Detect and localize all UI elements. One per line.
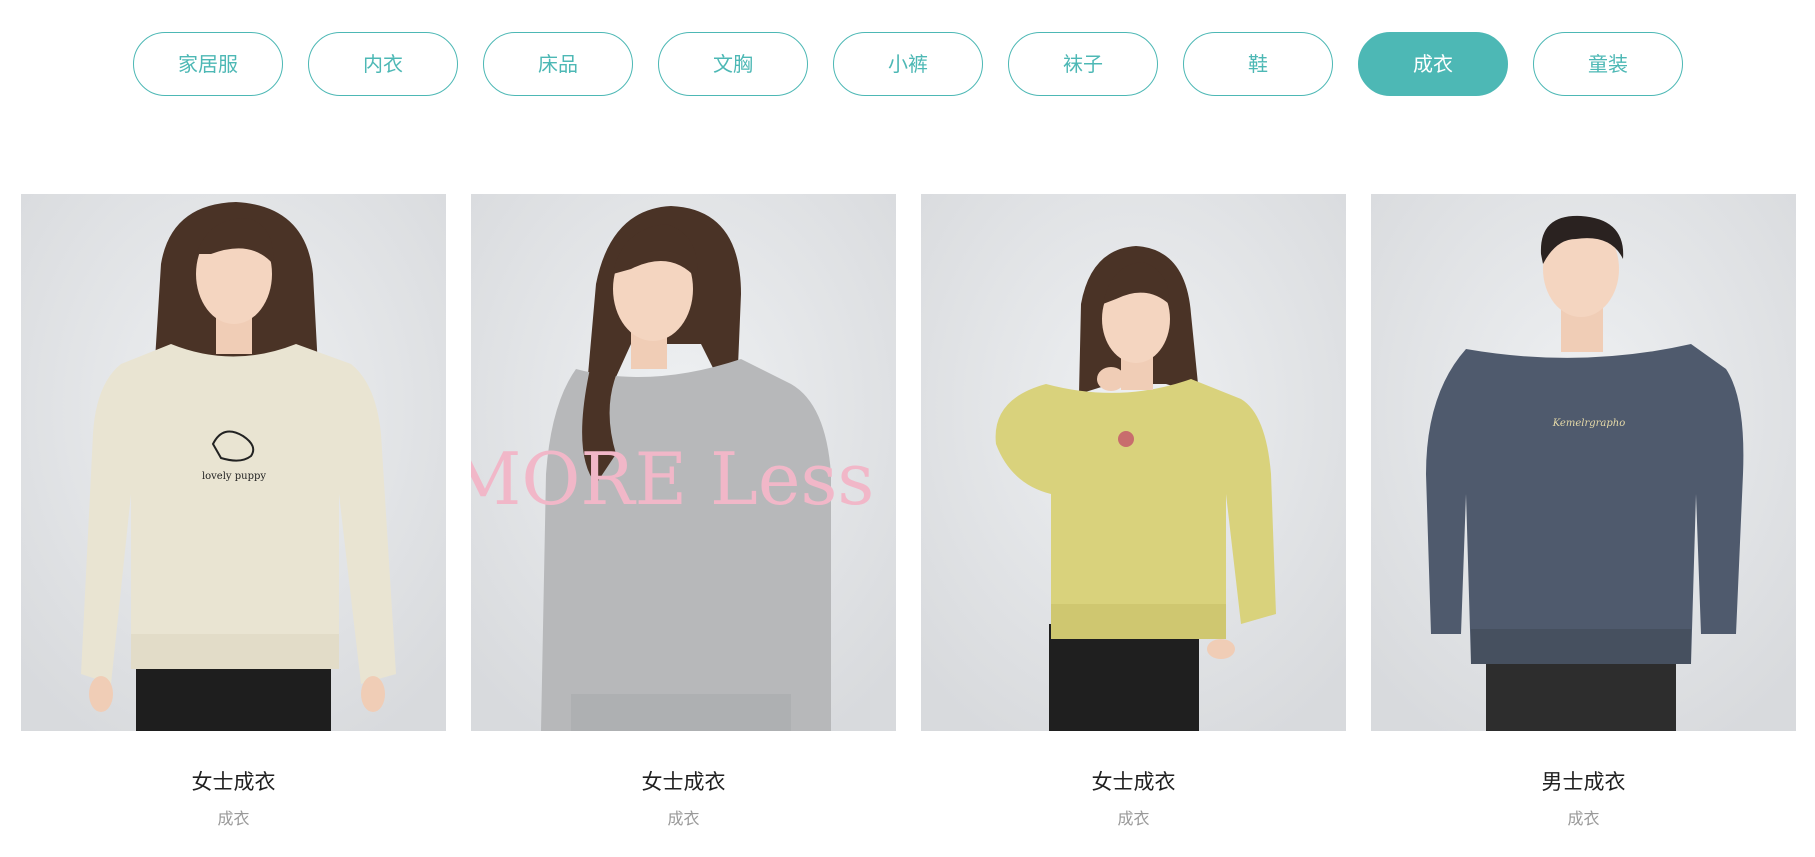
product-category: 成衣	[217, 809, 250, 828]
tab-shoes[interactable]: 鞋	[1183, 32, 1333, 96]
product-title[interactable]: 男士成衣	[1371, 769, 1796, 795]
print-text: lovely puppy	[202, 471, 266, 482]
product-title[interactable]: 女士成衣	[921, 769, 1346, 795]
tab-loungewear[interactable]: 家居服	[133, 32, 283, 96]
product-image[interactable]: Kemelrgrapho	[1371, 194, 1796, 731]
product-category: 成衣	[1567, 809, 1600, 828]
tab-bedding[interactable]: 床品	[483, 32, 633, 96]
print-text: MORE Less	[471, 437, 874, 521]
product-card[interactable]: lovely puppy 女士成衣 成衣	[21, 194, 446, 829]
tab-apparel[interactable]: 成衣	[1358, 32, 1508, 96]
tab-underwear[interactable]: 内衣	[308, 32, 458, 96]
product-title[interactable]: 女士成衣	[471, 769, 896, 795]
product-image[interactable]: MORE Less	[471, 194, 896, 731]
product-title[interactable]: 女士成衣	[21, 769, 446, 795]
product-card[interactable]: MORE Less 女士成衣 成衣	[471, 194, 896, 829]
print-text: Kemelrgrapho	[1552, 418, 1626, 429]
tab-kidswear[interactable]: 童装	[1533, 32, 1683, 96]
product-image[interactable]: lovely puppy	[21, 194, 446, 731]
tab-panties[interactable]: 小裤	[833, 32, 983, 96]
tab-socks[interactable]: 袜子	[1008, 32, 1158, 96]
category-tabs: 家居服 内衣 床品 文胸 小裤 袜子 鞋 成衣 童装	[0, 32, 1815, 96]
tab-bra[interactable]: 文胸	[658, 32, 808, 96]
product-category: 成衣	[1117, 809, 1150, 828]
product-card[interactable]: 女士成衣 成衣	[921, 194, 1346, 829]
product-image[interactable]	[921, 194, 1346, 731]
product-category: 成衣	[667, 809, 700, 828]
product-card[interactable]: Kemelrgrapho 男士成衣 成衣	[1371, 194, 1796, 829]
